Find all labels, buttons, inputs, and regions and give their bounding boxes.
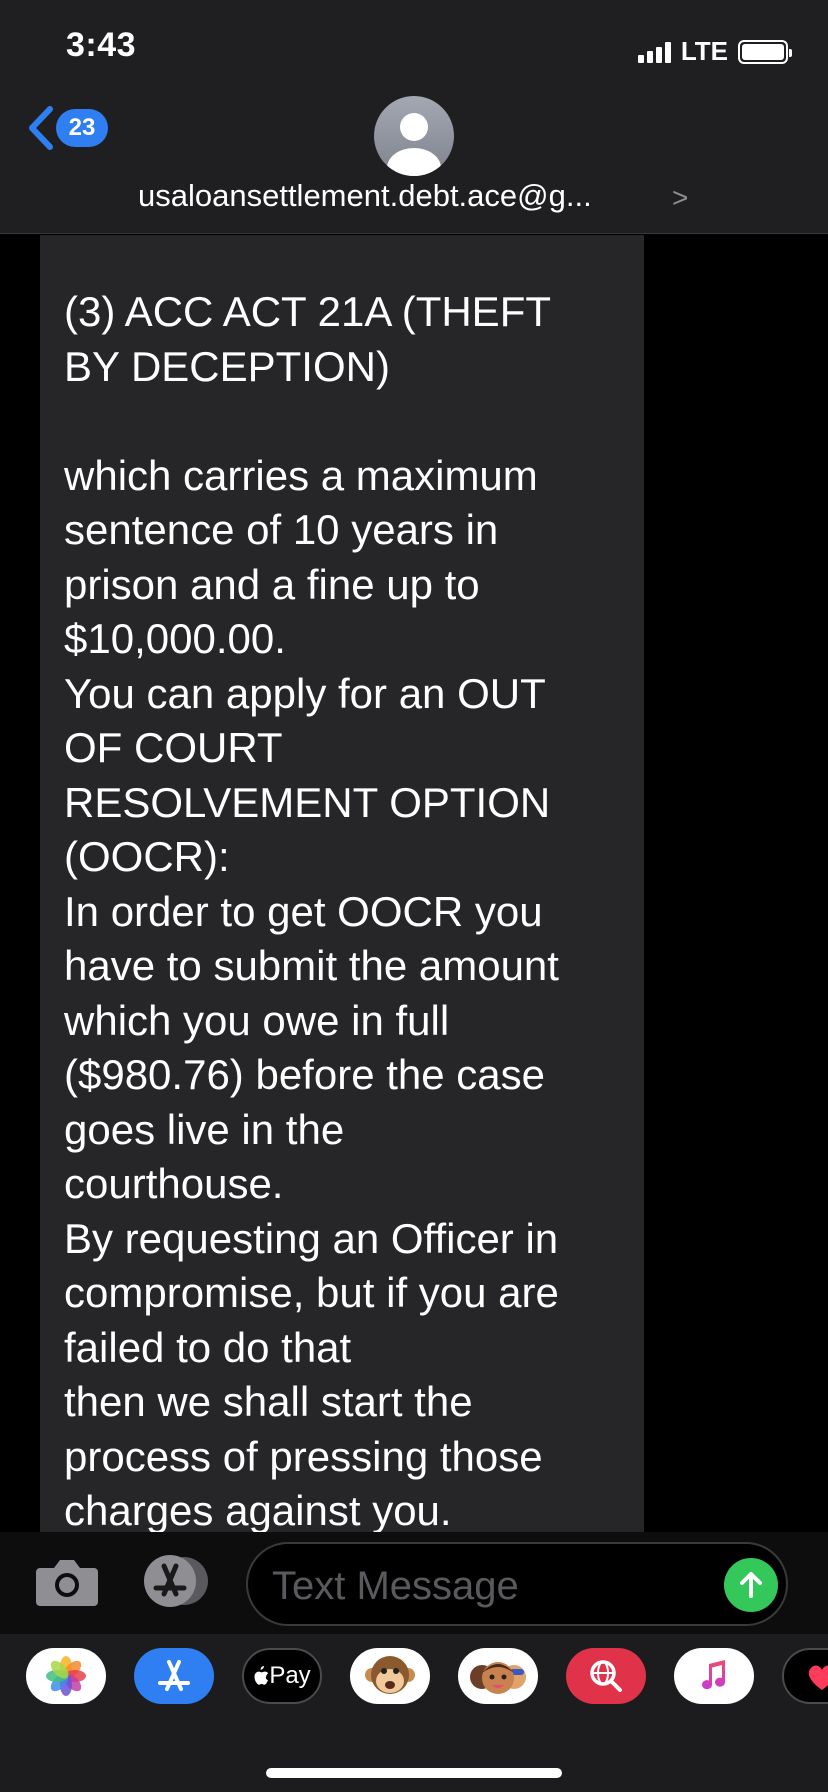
animoji-icon [365,1656,415,1694]
back-chevron-icon[interactable] [24,105,58,151]
apple-pay-label: Pay [269,1662,311,1689]
cellular-signal-icon [637,41,671,63]
digital-touch-icon [808,1665,828,1690]
contact-avatar[interactable] [374,96,454,176]
message-input-placeholder: Text Message [272,1564,519,1608]
image-search-app-button[interactable] [566,1648,646,1704]
send-button[interactable] [724,1558,778,1612]
memoji-icon [470,1662,526,1694]
camera-icon[interactable] [34,1554,100,1610]
animoji-app-button[interactable] [350,1648,430,1704]
status-time: 3:43 [66,26,137,64]
image-search-icon [590,1660,622,1692]
back-unread-badge[interactable]: 23 [56,109,108,147]
photos-icon [46,1656,86,1696]
contact-name[interactable]: usaloansettlement.debt.ace@g... [138,178,592,214]
apple-logo-icon [254,1666,269,1685]
contact-details-chevron-icon[interactable]: > [672,182,688,214]
message-bubble[interactable]: (3) ACC ACT 21A (THEFT BY DECEPTION) whi… [40,235,644,1533]
arrow-up-icon [740,1572,762,1598]
message-text-body: which carries a maximum sentence of 10 y… [64,451,559,1534]
app-store-app-button[interactable] [134,1648,214,1704]
message-input[interactable]: Text Message [246,1542,788,1626]
music-icon [702,1660,726,1690]
app-store-button-icon[interactable] [138,1552,212,1610]
status-indicators: LTE [637,36,792,67]
conversation-header: 3:43 LTE 23 usaloansettlement.debt.ace@g… [0,0,828,234]
app-store-icon [158,1660,190,1691]
battery-icon [738,39,792,64]
memoji-app-button[interactable] [458,1648,538,1704]
digital-touch-app-button[interactable] [782,1648,828,1704]
photos-app-button[interactable] [26,1648,106,1704]
person-icon [387,113,441,176]
home-indicator[interactable] [266,1768,562,1778]
message-text-charges: (3) ACC ACT 21A (THEFT BY DECEPTION) [64,288,551,390]
network-type-label: LTE [680,36,728,66]
music-app-button[interactable] [674,1648,754,1704]
apple-pay-app-button[interactable]: Pay [242,1648,322,1704]
compose-bar: Text Message [0,1532,828,1634]
